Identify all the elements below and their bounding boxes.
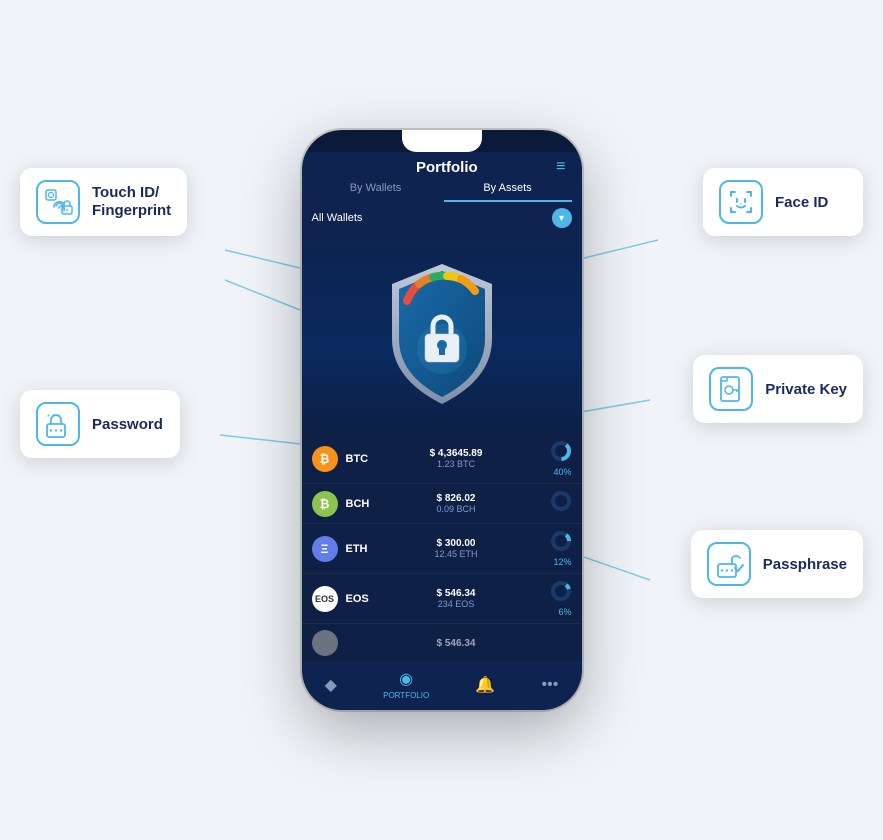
table-row[interactable]: Ξ ETH $ 300.00 12.45 ETH 12% bbox=[302, 524, 582, 574]
nav-portfolio[interactable]: ◉ PORTFOLIO bbox=[383, 669, 429, 700]
private-key-card: Private Key bbox=[693, 355, 863, 423]
password-card: * * * Password bbox=[20, 390, 180, 458]
more-icon: ••• bbox=[542, 676, 559, 694]
shield-area bbox=[302, 234, 582, 434]
portfolio-label: PORTFOLIO bbox=[383, 691, 429, 700]
face-id-card: Face ID bbox=[703, 168, 863, 236]
btc-percent: 40% bbox=[532, 467, 572, 477]
eth-amount: 12.45 ETH bbox=[381, 549, 532, 559]
eth-usd: $ 300.00 bbox=[381, 538, 532, 549]
eos-chart: 6% bbox=[532, 580, 572, 617]
btc-icon: ₿ bbox=[312, 446, 338, 472]
btc-usd: $ 4,3645.89 bbox=[381, 448, 532, 459]
tab-by-assets[interactable]: By Assets bbox=[444, 182, 572, 202]
eth-values: $ 300.00 12.45 ETH bbox=[381, 538, 532, 559]
other-usd: $ 546.34 bbox=[381, 638, 532, 649]
face-id-icon bbox=[719, 180, 763, 224]
bch-usd: $ 826.02 bbox=[381, 493, 532, 504]
passphrase-card: Passphrase bbox=[691, 530, 863, 598]
bch-name: BCH bbox=[346, 498, 381, 510]
btc-name: BTC bbox=[346, 453, 381, 465]
eth-icon: Ξ bbox=[312, 536, 338, 562]
eos-percent: 6% bbox=[532, 607, 572, 617]
btc-values: $ 4,3645.89 1.23 BTC bbox=[381, 448, 532, 469]
btc-chart: 40% bbox=[532, 440, 572, 477]
eos-amount: 234 EOS bbox=[381, 599, 532, 609]
face-id-label: Face ID bbox=[775, 194, 828, 211]
passphrase-icon bbox=[707, 542, 751, 586]
table-row[interactable]: EOS EOS $ 546.34 234 EOS 6% bbox=[302, 574, 582, 624]
private-key-label: Private Key bbox=[765, 381, 847, 398]
touch-id-card: Touch ID/ Fingerprint bbox=[20, 168, 187, 236]
gem-icon: ◆ bbox=[325, 675, 337, 695]
bch-values: $ 826.02 0.09 BCH bbox=[381, 493, 532, 514]
table-row[interactable]: $ 546.34 bbox=[302, 624, 582, 663]
phone: Portfolio ≡ By Wallets By Assets All Wal… bbox=[302, 130, 582, 710]
crypto-list: ₿ BTC $ 4,3645.89 1.23 BTC 40% ₿ BCH bbox=[302, 434, 582, 663]
eos-values: $ 546.34 234 EOS bbox=[381, 588, 532, 609]
tab-bar: By Wallets By Assets bbox=[302, 176, 582, 202]
dropdown-button[interactable]: ▾ bbox=[552, 208, 572, 228]
portfolio-icon: ◉ bbox=[399, 669, 413, 689]
nav-more[interactable]: ••• bbox=[542, 676, 559, 694]
phone-notch bbox=[402, 130, 482, 152]
menu-icon[interactable]: ≡ bbox=[556, 158, 565, 176]
nav-notifications[interactable]: 🔔 bbox=[475, 675, 495, 695]
eth-percent: 12% bbox=[532, 557, 572, 567]
shield bbox=[377, 259, 507, 409]
other-icon bbox=[312, 630, 338, 656]
svg-text:*: * bbox=[57, 413, 60, 422]
password-icon: * * * bbox=[36, 402, 80, 446]
bch-amount: 0.09 BCH bbox=[381, 504, 532, 514]
eos-name: EOS bbox=[346, 593, 381, 605]
scene: Touch ID/ Fingerprint Face ID bbox=[0, 0, 883, 840]
eth-name: ETH bbox=[346, 543, 381, 555]
dropdown-text: All Wallets bbox=[312, 212, 363, 224]
private-key-icon bbox=[709, 367, 753, 411]
wallet-dropdown[interactable]: All Wallets ▾ bbox=[302, 202, 582, 234]
password-label: Password bbox=[92, 416, 163, 433]
svg-text:*: * bbox=[47, 413, 50, 422]
svg-text:*: * bbox=[52, 413, 55, 422]
touch-id-label: Touch ID/ Fingerprint bbox=[92, 184, 171, 220]
eth-chart: 12% bbox=[532, 530, 572, 567]
bell-icon: 🔔 bbox=[475, 675, 495, 695]
eos-icon: EOS bbox=[312, 586, 338, 612]
table-row[interactable]: ₿ BCH $ 826.02 0.09 BCH bbox=[302, 484, 582, 524]
touch-id-icon bbox=[36, 180, 80, 224]
other-values: $ 546.34 bbox=[381, 638, 532, 649]
page-title: Portfolio bbox=[338, 159, 557, 176]
btc-amount: 1.23 BTC bbox=[381, 459, 532, 469]
bottom-nav: ◆ ◉ PORTFOLIO 🔔 ••• bbox=[302, 663, 582, 710]
tab-by-wallets[interactable]: By Wallets bbox=[312, 182, 440, 202]
passphrase-label: Passphrase bbox=[763, 556, 847, 573]
bch-icon: ₿ bbox=[312, 491, 338, 517]
bch-chart bbox=[532, 490, 572, 517]
phone-header: Portfolio ≡ bbox=[302, 152, 582, 176]
nav-gem[interactable]: ◆ bbox=[325, 675, 337, 695]
table-row[interactable]: ₿ BTC $ 4,3645.89 1.23 BTC 40% bbox=[302, 434, 582, 484]
eos-usd: $ 546.34 bbox=[381, 588, 532, 599]
